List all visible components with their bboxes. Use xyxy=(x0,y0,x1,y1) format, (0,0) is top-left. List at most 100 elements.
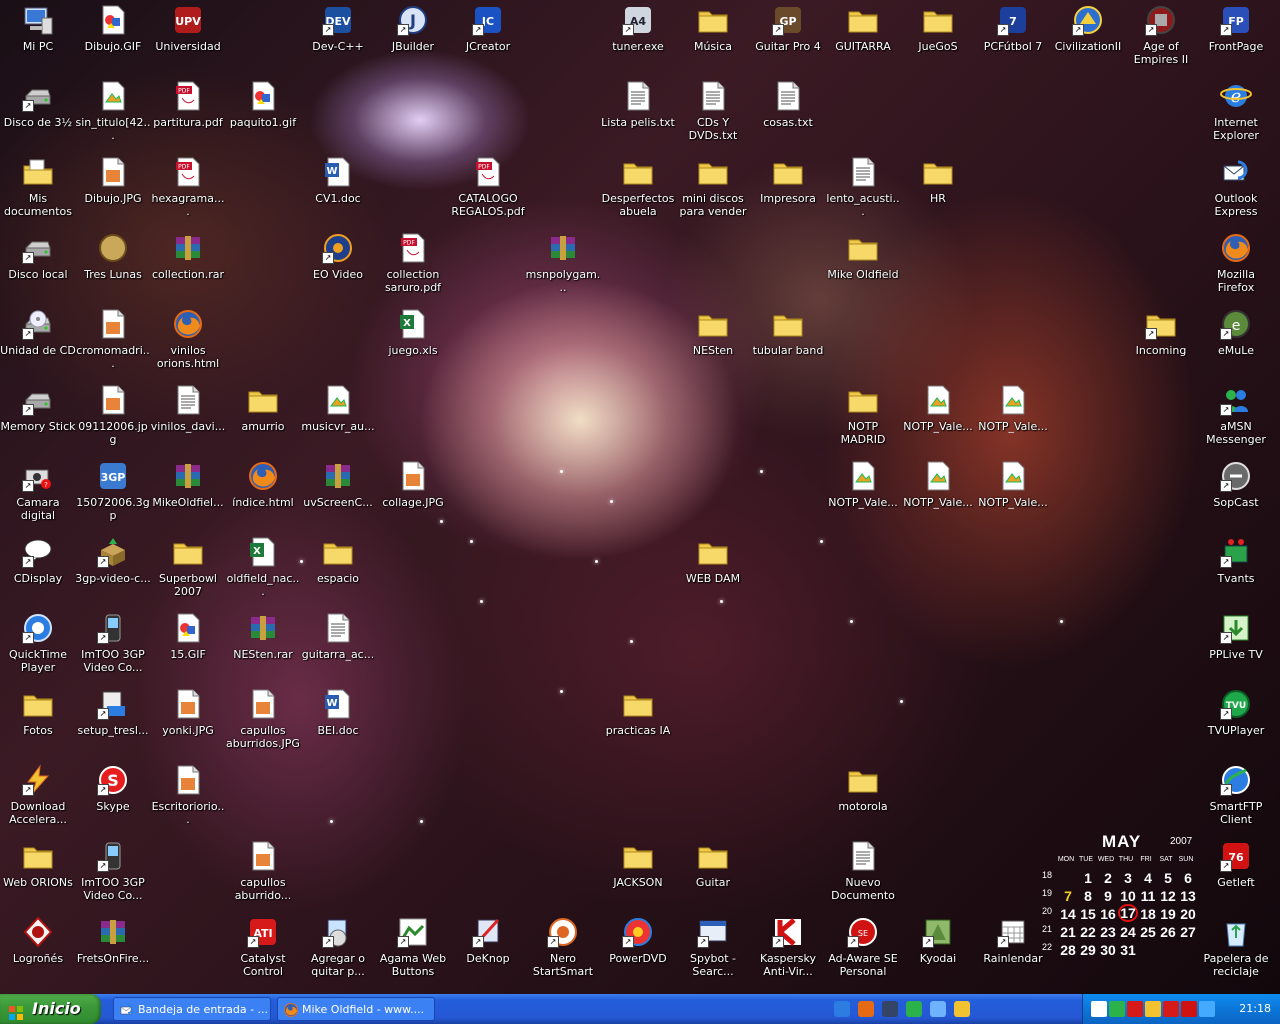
desktop-icon[interactable]: ↗ Unidad de CD xyxy=(0,306,76,382)
start-button[interactable]: Inicio xyxy=(0,994,101,1024)
desktop-icon[interactable]: PDF collection saruro.pdf xyxy=(375,230,451,306)
desktop-icon[interactable]: UPV Universidad xyxy=(150,2,226,78)
desktop-icon[interactable]: ↗ Memory Stick xyxy=(0,382,76,458)
desktop-icon[interactable]: ↗ Nero StartSmart xyxy=(525,914,601,990)
desktop-icon[interactable]: collage.JPG xyxy=(375,458,451,534)
calendar-day[interactable]: 17 xyxy=(1118,904,1138,922)
desktop-icon[interactable]: ↗ Disco local xyxy=(0,230,76,306)
desktop-icon[interactable]: collection.rar xyxy=(150,230,226,306)
desktop-icon[interactable]: ↗ aMSN Messenger xyxy=(1198,382,1274,458)
calendar-day[interactable]: 6 xyxy=(1178,870,1198,886)
desktop-icon[interactable]: Lista pelis.txt xyxy=(600,78,676,154)
desktop-icon[interactable]: ↗ Agama Web Buttons xyxy=(375,914,451,990)
calendar-day[interactable]: 30 xyxy=(1098,942,1118,958)
desktop-icon[interactable]: Web ORIONs xyxy=(0,838,76,914)
desktop-icon[interactable]: Tres Lunas xyxy=(75,230,151,306)
search-icon[interactable] xyxy=(930,1001,946,1017)
desktop-icon[interactable]: msnpolygam... xyxy=(525,230,601,306)
calendar-day[interactable]: 28 xyxy=(1058,942,1078,958)
desktop-icon[interactable]: Dibujo.GIF xyxy=(75,2,151,78)
desktop-icon[interactable]: ↗ Agregar o quitar p... xyxy=(300,914,376,990)
desktop-icon[interactable]: Superbowl 2007 xyxy=(150,534,226,610)
network-icon[interactable] xyxy=(1109,1001,1125,1017)
desktop-icon[interactable]: J ↗ JBuilder xyxy=(375,2,451,78)
desktop-icon[interactable]: ↗ CivilizationII xyxy=(1050,2,1126,78)
desktop-icon[interactable]: Dibujo.JPG xyxy=(75,154,151,230)
desktop-icon[interactable]: NOTP_Vale... xyxy=(900,382,976,458)
desktop-icon[interactable]: ↗ Tvants xyxy=(1198,534,1274,610)
taskbar-button[interactable]: Mike Oldfield - www.... xyxy=(277,997,435,1021)
desktop-icon[interactable]: ↗ CDisplay xyxy=(0,534,76,610)
calendar-day[interactable]: 5 xyxy=(1158,870,1178,886)
desktop-icon[interactable]: ↗ QuickTime Player xyxy=(0,610,76,686)
security-shield-icon[interactable] xyxy=(1145,1001,1161,1017)
ati-icon[interactable] xyxy=(1163,1001,1179,1017)
desktop-icon[interactable]: ↗ Spybot - Searc... xyxy=(675,914,751,990)
desktop-icon[interactable]: ↗ Download Accelera... xyxy=(0,762,76,838)
desktop-icon[interactable]: HR xyxy=(900,154,976,230)
desktop-icon[interactable]: Desperfectos abuela xyxy=(600,154,676,230)
desktop-icon[interactable]: cosas.txt xyxy=(750,78,826,154)
desktop-icon[interactable]: Xoldfield_nac... xyxy=(225,534,301,610)
calendar-day[interactable]: 15 xyxy=(1078,906,1098,922)
calendar-day[interactable]: 19 xyxy=(1158,906,1178,922)
calendar-17-icon[interactable] xyxy=(1091,1001,1107,1017)
calendar-day[interactable]: 21 xyxy=(1058,924,1078,940)
calendar-day[interactable]: 24 xyxy=(1118,924,1138,940)
desktop-icon[interactable]: vinilos orions.html xyxy=(150,306,226,382)
calendar-day[interactable]: 16 xyxy=(1098,906,1118,922)
calendar-day[interactable]: 29 xyxy=(1078,942,1098,958)
calendar-day[interactable]: 8 xyxy=(1078,888,1098,904)
desktop-icon[interactable]: 7 ↗ PCFútbol 7 xyxy=(975,2,1051,78)
desktop-icon[interactable]: A4 ↗ tuner.exe xyxy=(600,2,676,78)
desktop-icon[interactable]: Escritoriorio... xyxy=(150,762,226,838)
desktop-icon[interactable]: practicas IA xyxy=(600,686,676,762)
desktop-icon[interactable]: 76 ↗ Getleft xyxy=(1198,838,1274,914)
calendar-day[interactable]: 10 xyxy=(1118,888,1138,904)
desktop-icon[interactable]: ATI↗ Catalyst Control Center xyxy=(225,914,301,990)
misc-app-icon[interactable] xyxy=(954,1001,970,1017)
desktop-icon[interactable]: S ↗ Skype xyxy=(75,762,151,838)
desktop-icon[interactable]: TVU ↗ TVUPlayer xyxy=(1198,686,1274,762)
calendar-day[interactable]: 12 xyxy=(1158,888,1178,904)
desktop-icon[interactable]: guitarra_ac... xyxy=(300,610,376,686)
desktop-icon[interactable]: cromomadri... xyxy=(75,306,151,382)
desktop-icon[interactable]: ↗ 3gp-video-c... xyxy=(75,534,151,610)
calendar-day[interactable]: 7 xyxy=(1058,888,1078,904)
desktop-icon[interactable]: ↗ ImTOO 3GP Video Co... xyxy=(75,838,151,914)
ie-icon[interactable] xyxy=(834,1001,850,1017)
desktop-icon[interactable]: NOTP_Vale... xyxy=(975,458,1051,534)
desktop-icon[interactable]: JACKSON xyxy=(600,838,676,914)
desktop-icon[interactable]: Nuevo Documento ... xyxy=(825,838,901,914)
media-player-icon[interactable] xyxy=(906,1001,922,1017)
desktop-icon[interactable]: Papelera de reciclaje xyxy=(1198,914,1274,990)
calendar-day[interactable]: 31 xyxy=(1118,942,1138,958)
desktop-icon[interactable]: tubular band xyxy=(750,306,826,382)
desktop-icon[interactable]: Logroñés xyxy=(0,914,76,990)
desktop-icon[interactable]: FretsOnFire... xyxy=(75,914,151,990)
desktop-icon[interactable]: JueGoS xyxy=(900,2,976,78)
desktop-icon[interactable]: Mike Oldfield xyxy=(825,230,901,306)
desktop-icon[interactable]: Música xyxy=(675,2,751,78)
desktop-icon[interactable]: e Internet Explorer xyxy=(1198,78,1274,154)
desktop-icon[interactable]: Impresora xyxy=(750,154,826,230)
calendar-day[interactable]: 1 xyxy=(1078,870,1098,886)
desktop-icon[interactable]: ↗ Disco de 3½ xyxy=(0,78,76,154)
desktop-icon[interactable]: PDF partitura.pdf xyxy=(150,78,226,154)
ati-icon[interactable] xyxy=(1127,1001,1143,1017)
desktop-icon[interactable]: capullos aburrido... xyxy=(225,838,301,914)
calendar-day[interactable]: 26 xyxy=(1158,924,1178,940)
wireless-icon[interactable] xyxy=(1199,1001,1215,1017)
desktop-icon[interactable]: ↗ SopCast xyxy=(1198,458,1274,534)
desktop-icon[interactable]: mini discos para vender xyxy=(675,154,751,230)
desktop-icon[interactable]: capullos aburridos.JPG xyxy=(225,686,301,762)
desktop-icon[interactable]: CDs Y DVDs.txt xyxy=(675,78,751,154)
desktop-icon[interactable]: MikeOldfiel... xyxy=(150,458,226,534)
desktop-icon[interactable]: W BEI.doc xyxy=(300,686,376,762)
desktop-icon[interactable]: motorola xyxy=(825,762,901,838)
calendar-day[interactable]: 27 xyxy=(1178,924,1198,940)
desktop-icon[interactable]: DEV ↗ Dev-C++ xyxy=(300,2,376,78)
desktop-icon[interactable]: ↗ PPLive TV xyxy=(1198,610,1274,686)
desktop-icon[interactable]: 15.GIF xyxy=(150,610,226,686)
calendar-day[interactable]: 14 xyxy=(1058,906,1078,922)
